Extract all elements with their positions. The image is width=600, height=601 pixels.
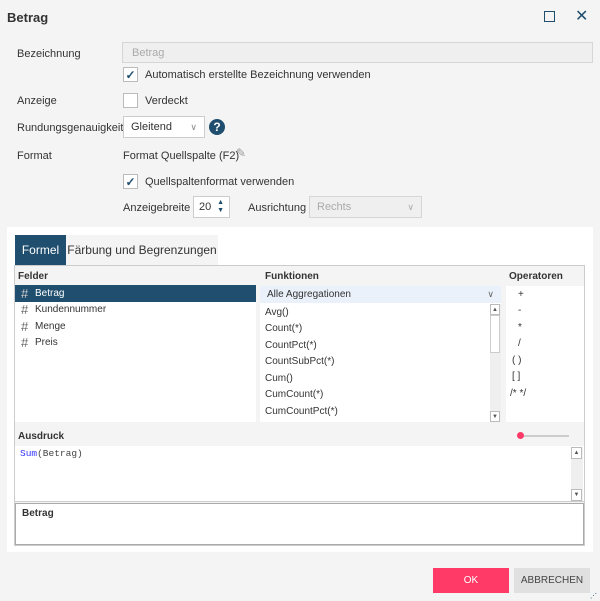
operatoren-header: Operatoren	[509, 271, 563, 282]
zoom-slider-handle[interactable]	[517, 432, 524, 439]
list-item[interactable]: Avg()	[260, 304, 501, 321]
bezeichnung-label: Bezeichnung	[17, 48, 81, 60]
dialog-title: Betrag	[7, 10, 49, 25]
chevron-down-icon: ∨	[407, 201, 414, 212]
number-field-icon: #	[21, 302, 29, 318]
anzeigebreite-label: Anzeigebreite	[123, 202, 191, 214]
ausdruck-label: Ausdruck	[18, 431, 65, 442]
expression-editor[interactable]: Sum(Betrag)	[15, 446, 584, 502]
close-icon[interactable]: ✕	[575, 6, 588, 26]
verdeckt-label: Verdeckt	[145, 95, 188, 107]
operator-item[interactable]: /* */	[506, 385, 584, 402]
ok-button[interactable]: OK	[433, 568, 509, 593]
pencil-icon[interactable]: ✎	[236, 146, 246, 160]
ausrichtung-value: Rechts	[317, 201, 352, 213]
scroll-up-icon[interactable]: ▲	[490, 304, 500, 315]
auto-name-checkbox[interactable]: ✓	[123, 67, 138, 82]
zoom-slider[interactable]	[520, 435, 569, 437]
maximize-icon[interactable]	[544, 11, 555, 22]
format-value: Format Quellspalte (F2)	[123, 150, 240, 162]
resize-grip-icon[interactable]: ⋰	[590, 592, 597, 600]
rundung-select[interactable]: Gleitend ∨	[123, 116, 205, 138]
rundung-value: Gleitend	[131, 121, 172, 133]
field-name: Kundennummer	[35, 304, 107, 316]
bezeichnung-placeholder: Betrag	[132, 46, 165, 59]
number-field-icon: #	[21, 318, 29, 334]
list-item[interactable]: # Kundennummer	[15, 302, 256, 319]
bezeichnung-input[interactable]: Betrag	[122, 42, 593, 63]
help-icon[interactable]: ?	[209, 119, 225, 135]
operator-item[interactable]: -	[506, 303, 584, 320]
filter-value: Alle Aggregationen	[267, 289, 351, 300]
expression-function: Sum	[20, 448, 38, 459]
operator-item[interactable]: /	[506, 336, 584, 353]
tab-formel[interactable]: Formel	[15, 235, 66, 265]
chevron-down-icon: ∨	[487, 289, 494, 299]
expression-scrollbar[interactable]: ▲ ▼	[571, 447, 583, 501]
field-name: Betrag	[35, 287, 65, 299]
format-label: Format	[17, 150, 52, 162]
list-item[interactable]: CountSubPct(*)	[260, 354, 501, 371]
field-name: Menge	[35, 320, 66, 332]
scroll-down-icon[interactable]: ▼	[571, 489, 582, 501]
operator-item[interactable]: *	[506, 319, 584, 336]
funktionen-scrollbar[interactable]: ▲ ▼	[490, 304, 501, 422]
anzeige-label: Anzeige	[17, 95, 57, 107]
auto-name-label: Automatisch erstellte Bezeichnung verwen…	[145, 69, 371, 81]
ausrichtung-label: Ausrichtung	[248, 202, 307, 214]
number-field-icon: #	[21, 285, 29, 301]
funktionen-filter-select[interactable]: Alle Aggregationen ∨	[260, 286, 501, 303]
verdeckt-checkbox[interactable]	[123, 93, 138, 108]
quell-checkbox[interactable]: ✓	[123, 174, 138, 189]
cancel-button[interactable]: ABBRECHEN	[514, 568, 590, 593]
funktionen-list: Avg() Count(*) CountPct(*) CountSubPct(*…	[260, 303, 501, 422]
ausrichtung-select[interactable]: Rechts ∨	[309, 196, 422, 218]
felder-header: Felder	[18, 271, 49, 282]
list-item[interactable]: CumCountPct(*)	[260, 403, 501, 420]
funktionen-header: Funktionen	[265, 271, 319, 282]
operator-item[interactable]: [ ]	[506, 369, 584, 386]
anzeigebreite-value: 20	[199, 201, 212, 213]
chevron-down-icon: ∨	[190, 121, 197, 132]
number-field-icon: #	[21, 335, 29, 351]
preview-text: Betrag	[22, 508, 54, 519]
expression-args: (Betrag)	[37, 448, 83, 459]
felder-list: # Betrag # Kundennummer # Menge # Preis	[15, 285, 256, 422]
quell-label: Quellspaltenformat verwenden	[145, 176, 295, 188]
field-name: Preis	[35, 337, 58, 349]
operator-item[interactable]: ( )	[506, 352, 584, 369]
spin-icon[interactable]: ▲ ▼	[217, 199, 224, 215]
list-item[interactable]: CountPct(*)	[260, 337, 501, 354]
list-item[interactable]: CumCount(*)	[260, 387, 501, 404]
list-item[interactable]: Count(*)	[260, 321, 501, 338]
scroll-up-icon[interactable]: ▲	[571, 447, 582, 459]
list-item[interactable]: # Preis	[15, 335, 256, 352]
scrollbar-thumb[interactable]	[490, 315, 500, 353]
list-item[interactable]: Cum()	[260, 370, 501, 387]
scroll-down-icon[interactable]: ▼	[490, 411, 500, 422]
list-item[interactable]: # Menge	[15, 318, 256, 335]
expression-preview: Betrag	[15, 503, 584, 545]
operator-item[interactable]: +	[506, 286, 584, 303]
operatoren-list: + - * / ( ) [ ] /* */	[506, 286, 584, 422]
tab-faerbung[interactable]: Färbung und Begrenzungen	[66, 235, 218, 265]
list-item[interactable]: # Betrag	[15, 285, 256, 302]
rundung-label: Rundungsgenauigkeit	[17, 122, 124, 134]
anzeigebreite-stepper[interactable]: 20 ▲ ▼	[193, 196, 230, 218]
